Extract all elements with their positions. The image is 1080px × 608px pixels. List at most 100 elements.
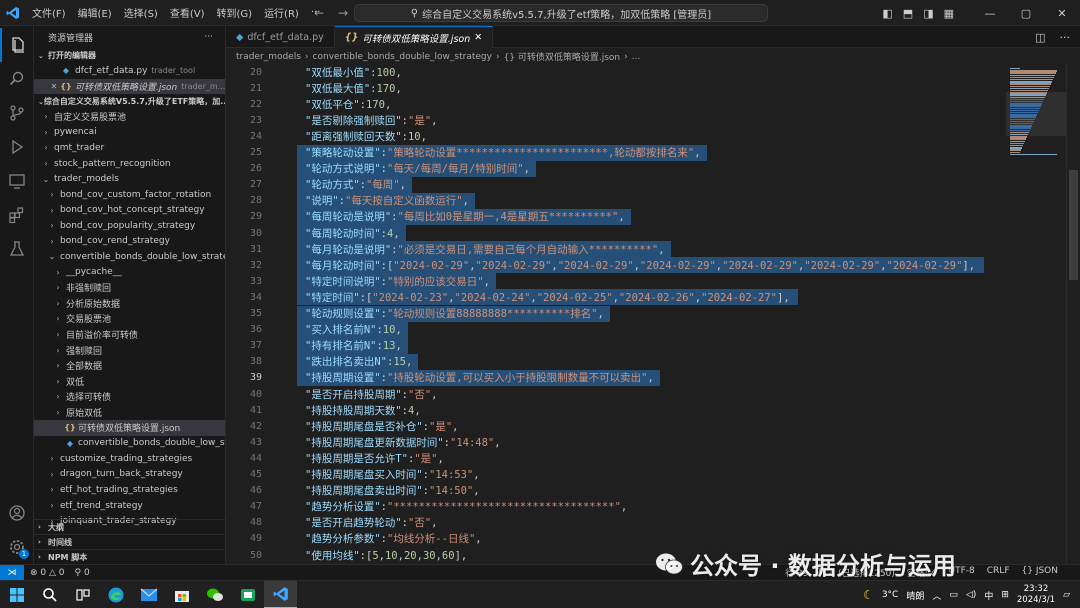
close-icon[interactable]: ✕ <box>1044 0 1080 26</box>
folder-item[interactable]: › dragon_turn_back_strategy <box>34 467 225 483</box>
menu-item[interactable]: 文件(F) <box>26 5 72 20</box>
settings-gear-icon[interactable]: 1 <box>0 530 34 564</box>
folder-item[interactable]: › 全部数据 <box>34 358 225 374</box>
file-item[interactable]: {} 可转债双低策略设置.json <box>34 420 225 436</box>
code-line[interactable]: 32 "每月轮动时间":["2024-02-29","2024-02-29","2… <box>226 257 1006 274</box>
scrollbar-thumb[interactable] <box>1069 170 1078 280</box>
menu-item[interactable]: 编辑(E) <box>72 5 118 20</box>
forward-arrow-icon[interactable]: → <box>338 6 348 20</box>
breadcrumb-item[interactable]: trader_models <box>236 52 301 62</box>
chevron-up-icon[interactable]: ︿ <box>932 589 941 602</box>
folder-item[interactable]: › 目前溢价率可转债 <box>34 327 225 343</box>
breadcrumb-item[interactable]: {} 可转债双低策略设置.json <box>504 50 621 63</box>
menu-item[interactable]: 查看(V) <box>164 5 211 20</box>
edge-browser-icon[interactable] <box>99 581 132 608</box>
tab-json-settings[interactable]: {} 可转债双低策略设置.json ✕ <box>334 26 494 48</box>
menu-item[interactable]: 运行(R) <box>258 5 305 20</box>
folder-item[interactable]: › __pycache__ <box>34 265 225 281</box>
search-icon[interactable] <box>0 62 34 96</box>
testing-icon[interactable] <box>0 232 34 266</box>
code-line[interactable]: 43 "持股周期尾盘更新数据时间":"14:48", <box>226 434 1006 450</box>
notification-icon[interactable]: ▱ <box>1063 590 1070 600</box>
code-line[interactable]: 29 "每周轮动是说明":"每周比如0是星期一,4是星期五**********", <box>226 208 1006 225</box>
sidebar-section-1[interactable]: › 时间线 <box>34 534 225 549</box>
tab-close-icon[interactable]: ✕ <box>474 32 482 43</box>
editor-scrollbar[interactable] <box>1066 64 1080 564</box>
folder-item[interactable]: › 双低 <box>34 373 225 389</box>
menu-item[interactable]: 转到(G) <box>211 5 259 20</box>
back-arrow-icon[interactable]: ← <box>314 6 324 20</box>
code-line[interactable]: 49 "趋势分析参数":"均线分析--日线", <box>226 531 1006 547</box>
menu-item[interactable]: 选择(S) <box>118 5 164 20</box>
code-line[interactable]: 33 "特定时间说明":"特别的应该交易日", <box>226 273 1006 290</box>
remote-indicator-icon[interactable]: ⋊ <box>0 564 24 581</box>
code-line[interactable]: 30 "每周轮动时间":4, <box>226 225 1006 242</box>
folder-item[interactable]: › 选择可转债 <box>34 389 225 405</box>
ime-grid-icon[interactable]: ⊞ <box>1001 590 1009 600</box>
code-line[interactable]: 45 "持股周期尾盘买入时间":"14:53", <box>226 467 1006 483</box>
mail-icon[interactable] <box>132 581 165 608</box>
code-line[interactable]: 31 "每月轮动是说明":"必须是交易日,需要自己每个月自动输入*********… <box>226 241 1006 258</box>
code-line[interactable]: 21 "双低最大值":170, <box>226 80 1006 96</box>
weather-desc[interactable]: 晴朗 <box>906 589 924 602</box>
customize-layout-icon[interactable]: ▦ <box>944 7 954 20</box>
open-editor-item[interactable]: ✕{} 可转债双低策略设置.json trader_m... <box>34 78 225 95</box>
source-control-icon[interactable] <box>0 96 34 130</box>
code-line[interactable]: 36 "买入排名前N":10, <box>226 321 1006 338</box>
code-line[interactable]: 39 "持股周期设置":"持股轮动设置,可以买入小于持股限制数量不可以卖出", <box>226 369 1006 386</box>
remote-explorer-icon[interactable] <box>0 164 34 198</box>
store-icon[interactable] <box>165 581 198 608</box>
folder-item[interactable]: › 自定义交易股票池 <box>34 109 225 125</box>
workspace-section[interactable]: ⌄ 综合自定义交易系统V5.5.7,升级了ETF策略，加... <box>34 94 225 109</box>
extensions-icon[interactable] <box>0 198 34 232</box>
folder-item[interactable]: ⌄ convertible_bonds_double_low_strategy <box>34 249 225 265</box>
toggle-primary-sidebar-icon[interactable]: ◧ <box>882 7 892 20</box>
code-line[interactable]: 20 "双低最小值":100, <box>226 64 1006 80</box>
clock[interactable]: 23:32 2024/3/1 <box>1017 584 1055 606</box>
folder-item[interactable]: › etf_trend_strategy <box>34 498 225 514</box>
ports-status[interactable]: ⚲ 0 <box>75 568 90 578</box>
status-item[interactable]: {} JSON <box>1022 566 1059 579</box>
folder-item[interactable]: › bond_cov_rend_strategy <box>34 233 225 249</box>
maximize-icon[interactable]: ▢ <box>1008 0 1044 26</box>
code-line[interactable]: 35 "轮动规则设置":"轮动规则设置88888888**********排名", <box>226 305 1006 322</box>
folder-item[interactable]: › qmt_trader <box>34 140 225 156</box>
toggle-panel-icon[interactable]: ⬒ <box>903 7 913 20</box>
code-line[interactable]: 48 "是否开启趋势轮动":"否", <box>226 515 1006 531</box>
code-line[interactable]: 22 "双低平仓":170, <box>226 96 1006 112</box>
status-item[interactable]: CRLF <box>987 566 1010 579</box>
code-line[interactable]: 25 "策略轮动设置":"策略轮动设置**********************… <box>226 144 1006 161</box>
code-line[interactable]: 44 "持股周期是否允许T":"是", <box>226 450 1006 466</box>
close-icon[interactable]: ✕ <box>48 82 60 91</box>
code-line[interactable]: 41 "持股持股周期天数":4, <box>226 402 1006 418</box>
open-editor-item[interactable]: ◆ dfcf_etf_data.py trader_tool <box>34 63 225 79</box>
code-line[interactable]: 26 "轮动方式说明":"每天/每周/每月/特别时间", <box>226 160 1006 177</box>
folder-item[interactable]: › bond_cov_popularity_strategy <box>34 218 225 234</box>
folder-item[interactable]: › 非强制赎回 <box>34 280 225 296</box>
volume-icon[interactable]: ◁) <box>966 590 976 600</box>
folder-item[interactable]: › bond_cov_custom_factor_rotation <box>34 187 225 203</box>
task-view-icon[interactable] <box>66 581 99 608</box>
file-item[interactable]: ◆ convertible_bonds_double_low_strat... <box>34 436 225 452</box>
green-app-icon[interactable] <box>231 581 264 608</box>
folder-item[interactable]: › 原始双低 <box>34 404 225 420</box>
ime-indicator[interactable]: 中 <box>984 589 993 602</box>
folder-item[interactable]: › customize_trading_strategies <box>34 451 225 467</box>
minimap[interactable] <box>1006 64 1066 564</box>
windows-start-icon[interactable] <box>0 581 33 608</box>
minimize-icon[interactable]: — <box>972 0 1008 26</box>
breadcrumb-item[interactable]: ... <box>632 52 641 62</box>
open-editors-section[interactable]: ⌄ 打开的编辑器 <box>34 48 225 63</box>
command-center[interactable]: ⚲ 综合自定义交易系统v5.5.7,升级了etf策略，加双低策略 [管理员] <box>354 4 768 22</box>
sidebar-section-2[interactable]: › NPM 脚本 <box>34 549 225 564</box>
breadcrumb-item[interactable]: convertible_bonds_double_low_strategy <box>313 52 492 62</box>
problems-status[interactable]: ⊗ 0 △ 0 <box>30 568 65 578</box>
taskbar-search-icon[interactable] <box>33 581 66 608</box>
folder-item[interactable]: › pywencai <box>34 125 225 141</box>
code-line[interactable]: 47 "趋势分析设置":"****************************… <box>226 499 1006 515</box>
vscode-taskbar-icon[interactable] <box>264 580 297 608</box>
folder-item[interactable]: › etf_hot_trading_strategies <box>34 482 225 498</box>
code-line[interactable]: 24 "距离强制赎回天数":10, <box>226 128 1006 144</box>
explorer-icon[interactable] <box>0 28 34 62</box>
network-icon[interactable]: ▭ <box>949 590 958 600</box>
